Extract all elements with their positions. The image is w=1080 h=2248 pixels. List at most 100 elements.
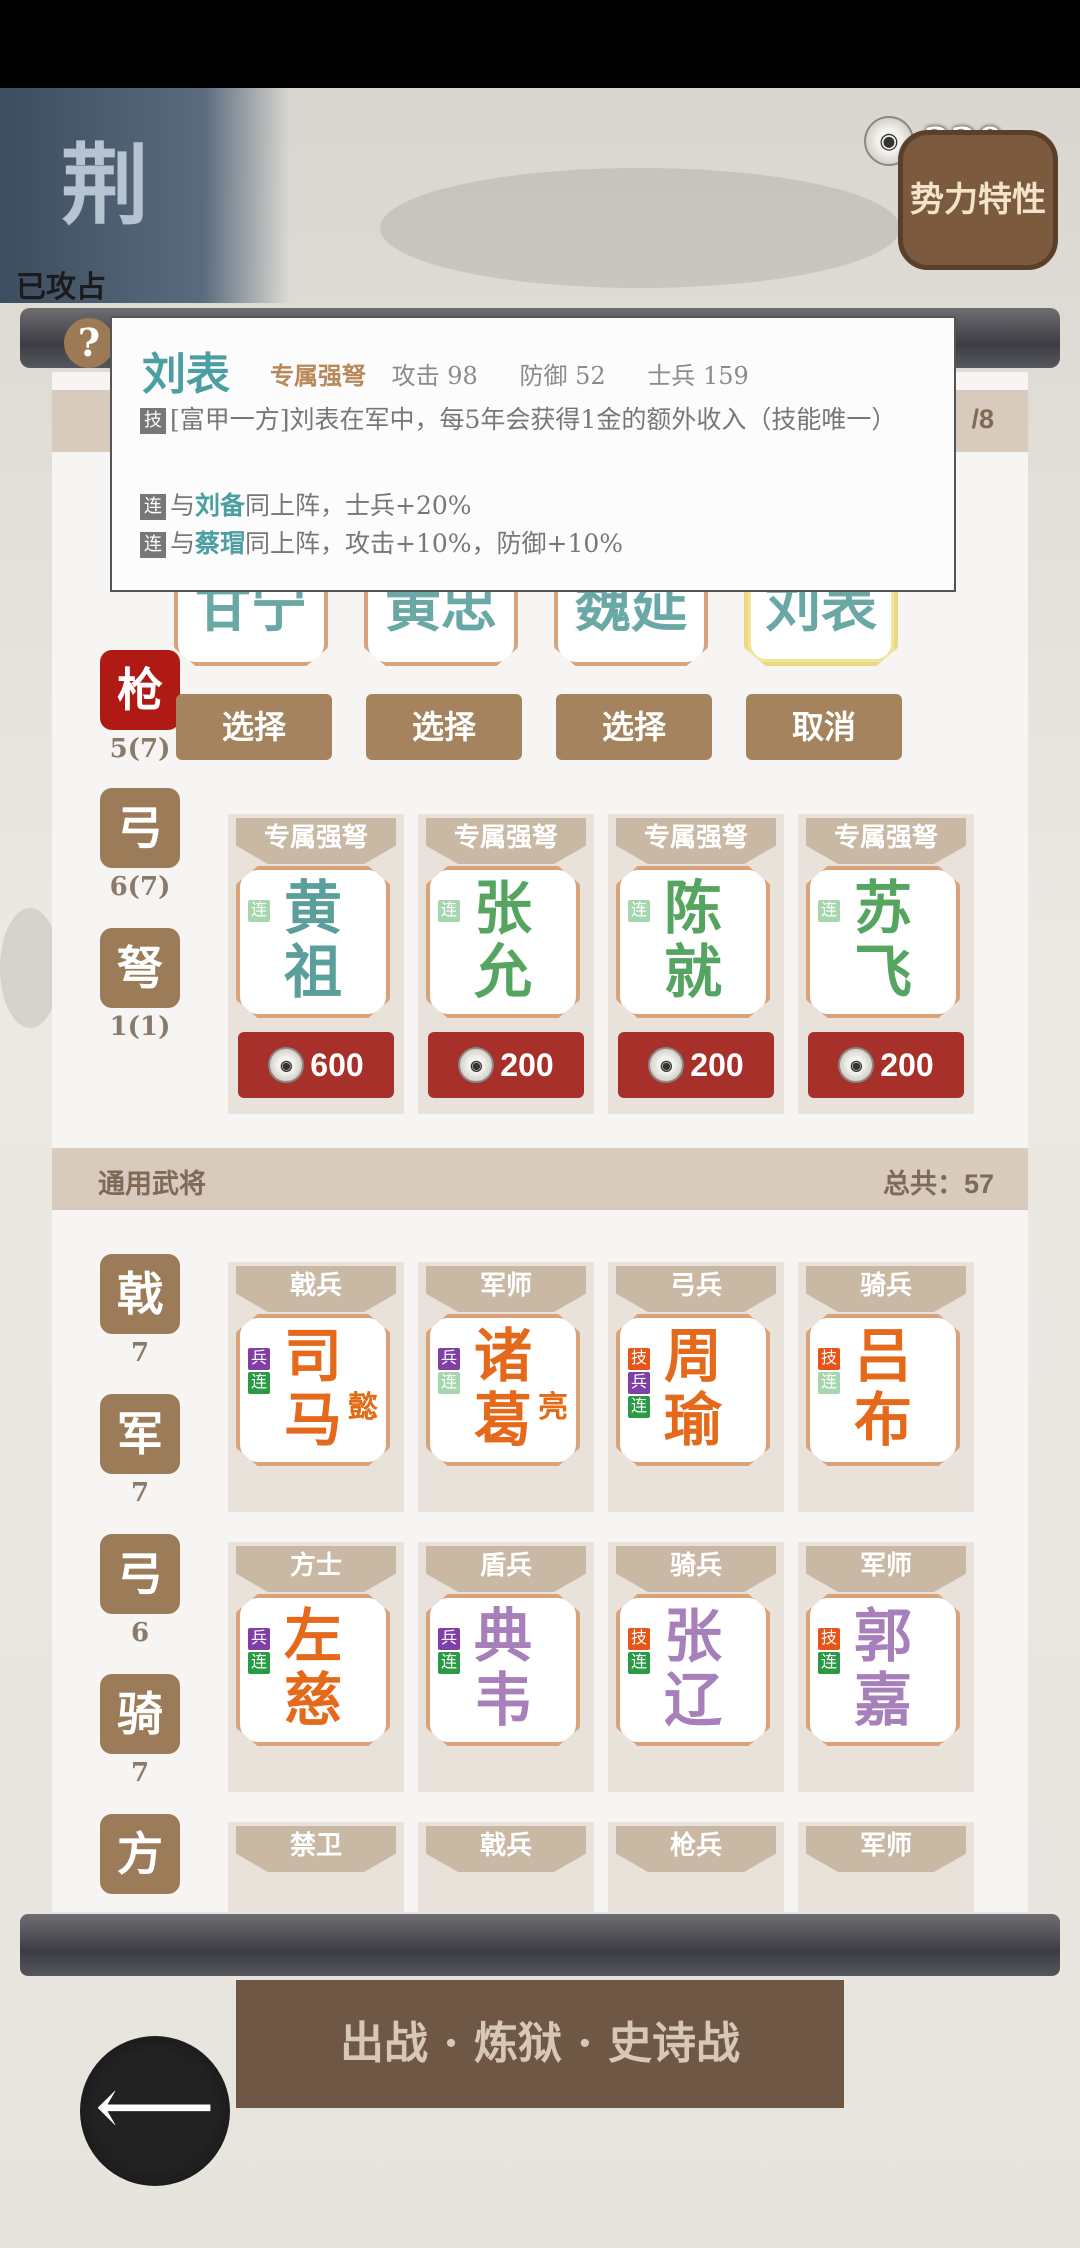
hero-name-2: 辽 (663, 1666, 722, 1734)
hero-tag: 戟兵 (236, 1266, 396, 1312)
category-crossbow-count: 1(1) (109, 1012, 171, 1042)
hero-name-2: 布 (853, 1386, 912, 1454)
select-button[interactable]: 选择 (556, 694, 712, 760)
bottom-scroll-rod (20, 1914, 1060, 1976)
general-section-label: 通用武将 (98, 1169, 206, 1199)
hero-card[interactable]: 军师 技 连 郭 嘉 (798, 1542, 974, 1792)
hero-name-1: 司 (283, 1322, 342, 1390)
hero-tag: 方士 (236, 1546, 396, 1592)
category-archer[interactable]: 弓 (100, 1534, 180, 1614)
hero-tag: 专属强弩 (616, 818, 776, 864)
hero-tag: 盾兵 (426, 1546, 586, 1592)
buy-button[interactable]: ◉ 600 (238, 1032, 394, 1098)
hero-card[interactable]: 军师 (798, 1822, 974, 1912)
hero-card[interactable]: 专属强弩 连 陈 就 ◉ 200 (608, 814, 784, 1114)
hero-card[interactable]: 军师 兵 连 诸 葛 亮 (418, 1262, 594, 1512)
hero-portrait: 兵 连 左 慈 (236, 1594, 390, 1746)
category-strategist[interactable]: 军 (100, 1394, 180, 1474)
hero-card[interactable]: 骑兵 技 连 张 辽 (608, 1542, 784, 1792)
hero-portrait: 技 连 吕 布 (806, 1314, 960, 1466)
hero-card[interactable]: 方士 兵 连 左 慈 (228, 1542, 404, 1792)
hero-tag: 专属强弩 (426, 818, 586, 864)
general-total: 总共：57 (882, 1169, 994, 1199)
hero-name-2: 祖 (283, 938, 342, 1006)
hero-card[interactable]: 戟兵 (418, 1822, 594, 1912)
buy-button[interactable]: ◉ 200 (618, 1032, 774, 1098)
hero-name-2: 嘉 (853, 1666, 912, 1734)
buy-button[interactable]: ◉ 200 (808, 1032, 964, 1098)
hero-card[interactable]: 枪兵 (608, 1822, 784, 1912)
select-button[interactable]: 选择 (176, 694, 332, 760)
hero-tag: 专属强弩 (806, 818, 966, 864)
hero-card[interactable]: 专属强弩 连 黄 祖 ◉ 600 (228, 814, 404, 1114)
hero-tag: 弓兵 (616, 1266, 776, 1312)
category-bow-count: 6(7) (109, 872, 171, 902)
hero-portrait: 兵 连 典 韦 (426, 1594, 580, 1746)
hero-card[interactable]: 专属强弩 连 苏 飞 ◉ 200 (798, 814, 974, 1114)
category-halberd[interactable]: 戟 (100, 1254, 180, 1334)
price-value: 200 (690, 1047, 744, 1083)
hero-name-1: 左 (283, 1602, 342, 1670)
hero-tag: 军师 (806, 1546, 966, 1592)
tooltip-stat-defense: 防御 52 (519, 362, 606, 390)
hero-tag: 军师 (806, 1826, 966, 1872)
coin-icon: ◉ (268, 1047, 305, 1083)
price-value: 600 (310, 1047, 364, 1083)
buy-button[interactable]: ◉ 200 (428, 1032, 584, 1098)
coin-icon: ◉ (648, 1047, 685, 1083)
coin-icon: ◉ (838, 1047, 875, 1083)
hero-name-2: 慈 (283, 1666, 342, 1734)
category-halberd-count: 7 (130, 1338, 150, 1368)
coin-icon: ◉ (458, 1047, 495, 1083)
hero-portrait: 连 张 允 (426, 866, 580, 1018)
select-button[interactable]: 选择 (366, 694, 522, 760)
hero-tag: 骑兵 (616, 1546, 776, 1592)
hero-card[interactable]: 弓兵 技 兵 连 周 瑜 (608, 1262, 784, 1512)
hero-tag: 专属强弩 (236, 818, 396, 864)
hero-name-2: 韦 (473, 1666, 532, 1734)
hero-name-1: 诸 (473, 1322, 532, 1390)
captured-label: 已攻占 (16, 271, 106, 304)
hero-tag: 禁卫 (236, 1826, 396, 1872)
hero-portrait: 兵 连 诸 葛 亮 (426, 1314, 580, 1466)
category-strategist-count: 7 (130, 1478, 150, 1508)
hero-card[interactable]: 专属强弩 连 张 允 ◉ 200 (418, 814, 594, 1114)
region-char: 荆 (60, 133, 149, 237)
hero-card[interactable]: 戟兵 兵 连 司 马 懿 (228, 1262, 404, 1512)
hero-card[interactable]: 骑兵 技 连 吕 布 (798, 1262, 974, 1512)
help-button[interactable]: ? (64, 318, 114, 368)
faction-trait-button[interactable]: 势力特性 (898, 130, 1058, 270)
hero-tag: 军师 (426, 1266, 586, 1312)
battle-button[interactable]: 出战 · 炼狱 · 史诗战 (236, 1980, 844, 2108)
scroll-paper: /8 枪 5(7) 弓 6(7) 弩 1(1) 甘宁 选择 黄忠 选择 魏延 选… (52, 372, 1028, 1912)
category-cavalry-count: 7 (130, 1758, 150, 1788)
tooltip-stats: 专属强弩 攻击 98 防御 52 士兵 159 (270, 356, 783, 391)
tooltip-hero-tag: 专属强弩 (270, 361, 366, 390)
price-value: 200 (500, 1047, 554, 1083)
tooltip-hero-name: 刘表 (142, 349, 230, 400)
hero-portrait: 技 兵 连 周 瑜 (616, 1314, 770, 1466)
status-bar (0, 0, 1080, 88)
hero-name-1: 典 (473, 1602, 532, 1670)
tooltip-stat-attack: 攻击 98 (391, 362, 478, 390)
category-crossbow[interactable]: 弩 (100, 928, 180, 1008)
category-bow[interactable]: 弓 (100, 788, 180, 868)
hero-name-1: 张 (473, 874, 532, 942)
hero-name-1: 周 (663, 1322, 722, 1390)
tooltip-combo-line-1: 连与刘备同上阵，士兵+20% (140, 490, 924, 522)
hero-tooltip: 刘表 专属强弩 攻击 98 防御 52 士兵 159 技 [富甲一方]刘表在军中，… (110, 316, 956, 592)
exclusive-count: /8 (971, 404, 994, 434)
combo-icon: 连 (140, 532, 166, 558)
cancel-button[interactable]: 取消 (746, 694, 902, 760)
back-arrow-icon[interactable]: ⟵ (80, 2036, 230, 2186)
combo-icon: 连 (140, 494, 166, 520)
category-cavalry[interactable]: 骑 (100, 1674, 180, 1754)
hero-name-1: 苏 (853, 874, 912, 942)
hero-card[interactable]: 盾兵 兵 连 典 韦 (418, 1542, 594, 1792)
hero-portrait: 兵 连 司 马 懿 (236, 1314, 390, 1466)
category-mystic[interactable]: 方 (100, 1814, 180, 1894)
hero-name-1: 张 (663, 1602, 722, 1670)
hero-name-3: 懿 (348, 1390, 378, 1425)
hero-name-2: 瑜 (663, 1386, 722, 1454)
hero-card[interactable]: 禁卫 (228, 1822, 404, 1912)
